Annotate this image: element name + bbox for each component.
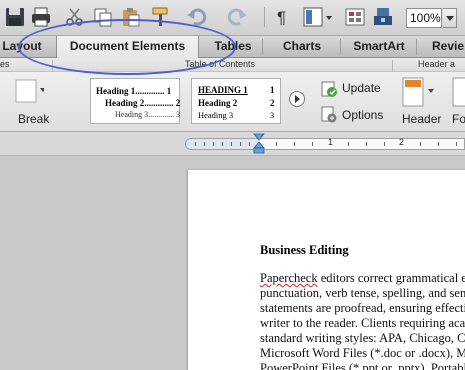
redo-icon[interactable] <box>226 6 248 28</box>
ruler-tick <box>204 142 205 146</box>
ruler-tick <box>312 142 313 146</box>
tab-divider <box>416 39 417 55</box>
indent-marker-icon[interactable] <box>253 133 265 155</box>
tab-smartart[interactable]: SmartArt <box>342 36 416 58</box>
ruler-tick <box>276 142 277 146</box>
toc-classic-heading2: Heading 2............. 2 <box>105 98 181 108</box>
document-line: statements are proofread, ensuring effec… <box>260 301 465 315</box>
document-line: Papercheck editors correct grammatical e… <box>260 271 465 286</box>
group-label-partial: es <box>0 59 10 69</box>
show-paragraph-icon[interactable]: ¶ <box>272 6 294 28</box>
horizontal-ruler[interactable]: 1 2 <box>185 137 465 150</box>
document-line-rest: editors correct grammatical err <box>317 271 465 285</box>
tab-divider <box>340 39 341 55</box>
break-button-label[interactable]: Break <box>18 112 49 126</box>
ruler-tick <box>249 142 250 146</box>
toc-modern-heading2: Heading 2 <box>198 98 238 108</box>
document-line: writer to the reader. Clients requiring … <box>260 316 465 330</box>
break-icon[interactable] <box>14 78 46 103</box>
ruler-tick <box>384 142 385 146</box>
ruler-tick <box>366 142 367 146</box>
group-label-header: Header a <box>418 59 456 69</box>
zoom-dropdown-button[interactable] <box>443 8 457 28</box>
ruler-tick <box>222 142 223 146</box>
document-heading: Business Editing <box>260 243 349 257</box>
update-icon[interactable] <box>320 80 338 98</box>
document-line: PowerPoint Files (*.ppt or .pptx), Porta… <box>260 361 465 370</box>
toc-classic-heading1: Heading 1............. 1 <box>96 86 172 96</box>
save-icon[interactable] <box>4 6 26 28</box>
zoom-field[interactable]: 100% <box>406 8 442 28</box>
word-window: ¶ 100% Layout Document Elements Tables C… <box>0 0 465 370</box>
ruler-tick <box>213 142 214 146</box>
ruler-tick <box>438 142 439 146</box>
ruler-tick <box>348 142 349 146</box>
ruler-tick <box>240 142 241 146</box>
toc-modern-heading1: HEADING 1 <box>198 85 248 95</box>
ruler-tick <box>231 142 232 146</box>
tab-divider <box>262 39 263 55</box>
highlight-ellipse <box>18 19 236 75</box>
view-layout-icon[interactable] <box>302 6 334 28</box>
toc-modern-heading3: Heading 3 <box>198 110 234 120</box>
tab-review[interactable]: Revie <box>420 36 465 58</box>
ruler-bar: 1 2 <box>0 132 465 156</box>
svg-text:¶: ¶ <box>277 8 286 27</box>
toc-modern-page3: 3 <box>270 110 275 120</box>
toc-modern-page1: 1 <box>270 85 275 95</box>
spellcheck-word: Papercheck <box>260 271 318 285</box>
ruler-tick <box>456 142 457 146</box>
header-button-label[interactable]: Header <box>402 112 441 126</box>
header-icon[interactable] <box>402 77 436 107</box>
tab-charts[interactable]: Charts <box>264 36 340 58</box>
update-button-label[interactable]: Update <box>342 81 381 95</box>
footer-icon[interactable] <box>452 77 465 107</box>
ruler-number-1: 1 <box>328 137 334 147</box>
ruler-tick <box>420 142 421 146</box>
ribbon-panel: Break Heading 1............. 1 Heading 2… <box>0 72 465 132</box>
toc-style-modern[interactable]: HEADING 1 1 Heading 2 2 Heading 3 3 <box>191 78 281 124</box>
gallery-icon[interactable] <box>344 6 366 28</box>
document-line: punctuation, verb tense, spelling, and s… <box>260 286 465 300</box>
toolbar-divider <box>264 7 265 27</box>
options-icon[interactable] <box>320 106 338 124</box>
footer-button-label[interactable]: Fo <box>452 112 465 126</box>
gallery-next-button[interactable] <box>289 91 305 107</box>
toc-classic-heading3: Heading 3............. 3 <box>115 110 181 119</box>
ruler-tick <box>195 142 196 146</box>
document-line: standard writing styles: APA, Chicago, C… <box>260 331 465 345</box>
toolbox-icon[interactable] <box>372 6 394 28</box>
toc-style-classic[interactable]: Heading 1............. 1 Heading 2......… <box>90 78 180 124</box>
print-icon[interactable] <box>30 6 52 28</box>
ruler-tick <box>294 142 295 146</box>
document-line: Microsoft Word Files (*.doc or .docx), M… <box>260 346 465 360</box>
options-button-label[interactable]: Options <box>342 108 383 122</box>
document-page[interactable]: Business Editing Papercheck editors corr… <box>188 170 465 370</box>
toc-modern-page2: 2 <box>270 98 275 108</box>
ruler-number-2: 2 <box>399 137 405 147</box>
